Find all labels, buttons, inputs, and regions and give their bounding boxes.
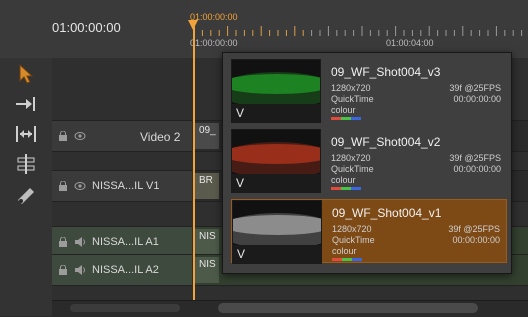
sequence-timecode[interactable]: 01:00:00:00 (52, 20, 182, 35)
thumb-label: V (236, 176, 245, 190)
razor-tool-icon[interactable] (12, 182, 40, 206)
clip-video2[interactable]: 09_ (195, 123, 219, 149)
version-format: QuickTime (331, 164, 374, 174)
version-picker-popup: V 09_WF_Shot004_v3 1280x720 QuickTime co… (222, 52, 512, 274)
version-frames: 39f @25FPS (449, 153, 501, 163)
version-thumbnail: V (232, 200, 322, 264)
scrollbar-thumb[interactable] (218, 303, 478, 313)
track-label-a2: NISSA...IL A2 (92, 264, 159, 276)
version-item-v2[interactable]: V 09_WF_Shot004_v2 1280x720 QuickTime co… (231, 129, 507, 193)
speaker-icon[interactable] (74, 264, 86, 276)
track-header-video2[interactable]: Video 2 (52, 120, 192, 152)
version-color: colour (331, 175, 356, 185)
rgb-indicator (332, 258, 362, 261)
clip-v1[interactable]: BR (195, 173, 219, 199)
lock-icon[interactable] (58, 237, 68, 247)
zoom-slider[interactable] (70, 304, 180, 312)
ruler-next-time: 01:00:04:00 (386, 38, 434, 48)
version-thumbnail: V (231, 59, 321, 123)
version-item-v3[interactable]: V 09_WF_Shot004_v3 1280x720 QuickTime co… (231, 59, 507, 123)
version-resolution: 1280x720 (332, 224, 372, 234)
rgb-indicator (331, 187, 361, 190)
version-timecode: 00:00:00:00 (453, 164, 501, 174)
version-frames: 39f @25FPS (448, 224, 500, 234)
version-name: 09_WF_Shot004_v2 (331, 135, 441, 149)
tool-strip (0, 58, 53, 316)
version-frames: 39f @25FPS (449, 83, 501, 93)
clip-a2[interactable]: NIS (195, 257, 219, 283)
version-color: colour (331, 105, 356, 115)
ruler-start-time: 01:00:00:00 (190, 38, 238, 48)
version-name: 09_WF_Shot004_v1 (332, 206, 442, 220)
speaker-icon[interactable] (74, 236, 86, 248)
version-thumbnail: V (231, 129, 321, 193)
version-name: 09_WF_Shot004_v3 (331, 65, 441, 79)
lock-icon[interactable] (58, 181, 68, 191)
playhead-line[interactable] (193, 26, 195, 316)
rgb-indicator (331, 117, 361, 120)
track-header-v1[interactable]: NISSA...IL V1 (52, 170, 192, 202)
lock-icon[interactable] (58, 131, 68, 141)
version-color: colour (332, 246, 357, 256)
track-header-a2[interactable]: NISSA...IL A2 (52, 254, 192, 286)
version-resolution: 1280x720 (331, 83, 371, 93)
clip-a1[interactable]: NIS (195, 229, 219, 255)
track-label-v1: NISSA...IL V1 (92, 180, 160, 192)
thumb-label: V (237, 247, 246, 261)
version-item-v1-selected[interactable]: V 09_WF_Shot004_v1 1280x720 QuickTime co… (231, 199, 507, 264)
ruler-ticks (193, 26, 523, 36)
selection-arrow-icon[interactable] (12, 62, 40, 86)
version-timecode: 00:00:00:00 (452, 235, 500, 245)
thumb-label: V (236, 106, 245, 120)
track-select-forward-icon[interactable] (12, 92, 40, 116)
track-label-video2: Video 2 (140, 130, 181, 144)
version-timecode: 00:00:00:00 (453, 94, 501, 104)
version-format: QuickTime (332, 235, 375, 245)
lock-icon[interactable] (58, 265, 68, 275)
track-label-a1: NISSA...IL A1 (92, 236, 159, 248)
ripple-edit-icon[interactable] (12, 122, 40, 146)
rolling-edit-icon[interactable] (12, 152, 40, 176)
version-format: QuickTime (331, 94, 374, 104)
eye-icon[interactable] (74, 181, 86, 191)
version-resolution: 1280x720 (331, 153, 371, 163)
eye-icon[interactable] (74, 131, 86, 141)
